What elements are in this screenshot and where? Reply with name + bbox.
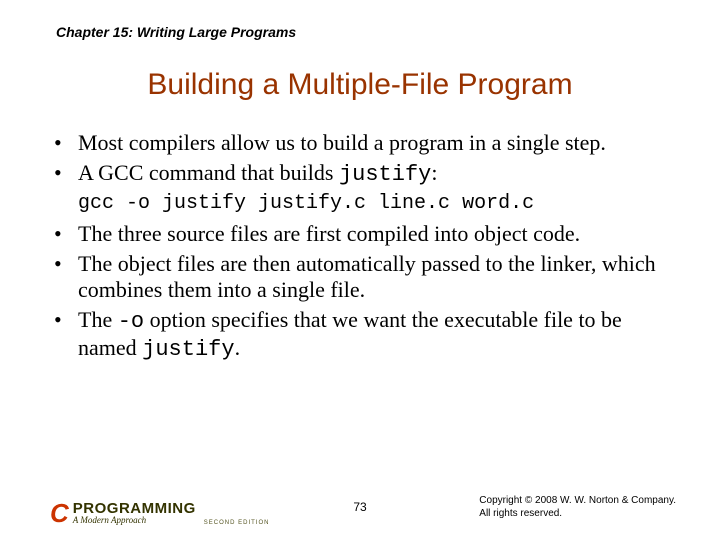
code-inline: justify [142, 337, 234, 362]
code-inline: justify [339, 162, 431, 187]
copyright: Copyright © 2008 W. W. Norton & Company.… [479, 494, 676, 520]
bullet-list: The three source files are first compile… [50, 221, 670, 363]
bullet-text: The three source files are first compile… [78, 221, 580, 246]
bullet-text: The object files are then automatically … [78, 251, 656, 302]
logo-text: PROGRAMMING A Modern Approach [73, 501, 196, 525]
bullet-text: The [78, 307, 118, 332]
bullet-item: The -o option specifies that we want the… [50, 307, 670, 363]
logo-subtitle: A Modern Approach [73, 516, 196, 525]
bullet-item: The object files are then automatically … [50, 251, 670, 303]
copyright-line: All rights reserved. [479, 507, 676, 520]
bullet-item: A GCC command that builds justify: [50, 160, 670, 188]
logo-c-icon: C [50, 500, 69, 526]
copyright-line: Copyright © 2008 W. W. Norton & Company. [479, 494, 676, 507]
bullet-text: A GCC command that builds [78, 160, 339, 185]
page-number: 73 [353, 500, 366, 514]
chapter-label: Chapter 15: Writing Large Programs [56, 24, 670, 40]
bullet-text: Most compilers allow us to build a progr… [78, 130, 606, 155]
bullet-item: Most compilers allow us to build a progr… [50, 130, 670, 156]
code-line: gcc -o justify justify.c line.c word.c [78, 192, 670, 215]
footer: C PROGRAMMING A Modern Approach SECOND E… [0, 482, 720, 526]
book-logo: C PROGRAMMING A Modern Approach SECOND E… [50, 500, 269, 526]
code-inline: -o [118, 309, 144, 334]
logo-edition: SECOND EDITION [204, 520, 270, 526]
bullet-item: The three source files are first compile… [50, 221, 670, 247]
bullet-text: : [431, 160, 437, 185]
slide: Chapter 15: Writing Large Programs Build… [0, 0, 720, 363]
bullet-list: Most compilers allow us to build a progr… [50, 130, 670, 188]
bullet-text: . [235, 335, 241, 360]
slide-title: Building a Multiple-File Program [50, 68, 670, 102]
logo-programming: PROGRAMMING [73, 501, 196, 516]
